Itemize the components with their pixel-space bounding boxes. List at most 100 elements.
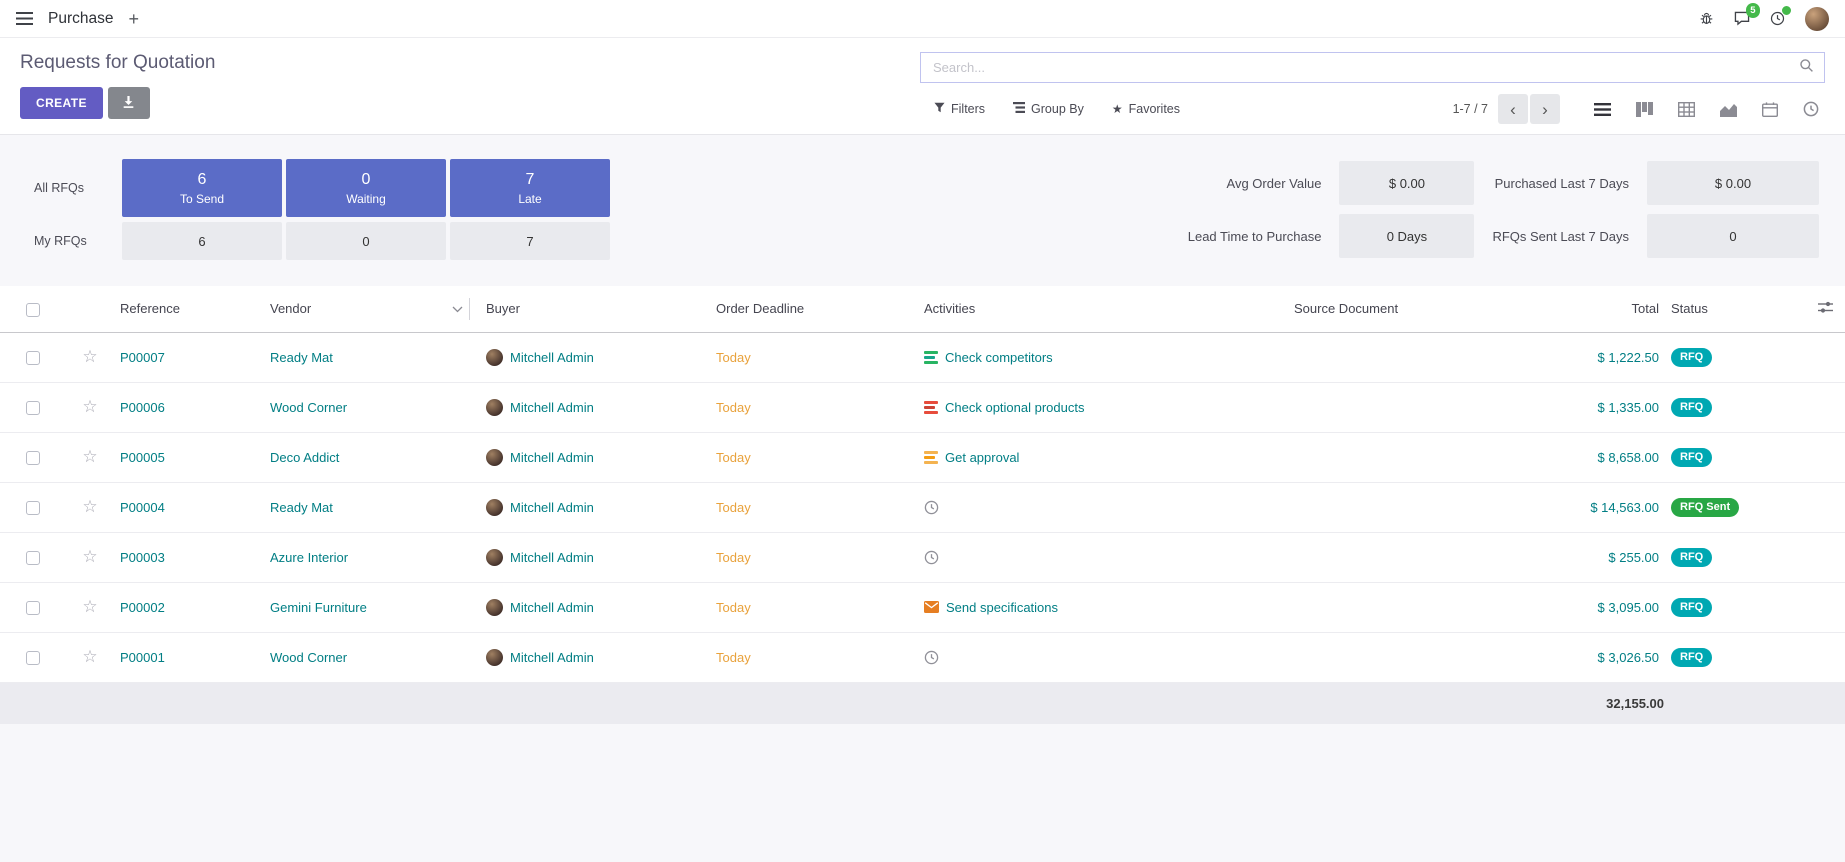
hamburger-menu-icon[interactable] [16,12,33,25]
vendor-link[interactable]: Wood Corner [270,400,347,415]
export-button[interactable] [108,87,150,119]
calendar-view-icon[interactable] [1762,102,1778,117]
column-settings-icon[interactable] [1805,286,1845,332]
activity-link[interactable]: Check competitors [945,350,1053,365]
reference-link[interactable]: P00004 [120,500,165,515]
row-checkbox[interactable] [26,451,40,465]
column-header-vendor[interactable]: Vendor [264,286,480,332]
graph-view-icon[interactable] [1720,102,1737,117]
clock-icon[interactable] [924,550,939,565]
vendor-link[interactable]: Deco Addict [270,450,339,465]
filters-button[interactable]: Filters [934,102,985,116]
buyer-link[interactable]: Mitchell Admin [510,450,594,465]
favorite-star-icon[interactable]: ☆ [82,497,97,516]
tile-late[interactable]: 7 Late [450,159,610,217]
search-box [920,52,1825,83]
reference-link[interactable]: P00005 [120,450,165,465]
row-checkbox[interactable] [26,601,40,615]
buyer-link[interactable]: Mitchell Admin [510,600,594,615]
tile-col-to-send: 6 To Send 6 [122,159,282,260]
create-button[interactable]: CREATE [20,87,103,119]
favorite-star-icon[interactable]: ☆ [82,547,97,566]
tile-my-late[interactable]: 7 [450,222,610,260]
row-checkbox[interactable] [26,501,40,515]
activity-link[interactable]: Get approval [945,450,1019,465]
pager: 1-7 / 7 ‹ › [1453,94,1560,124]
order-deadline-value: Today [716,350,751,365]
column-header-order-deadline[interactable]: Order Deadline [710,286,918,332]
table-row[interactable]: ☆ P00005 Deco Addict Mitchell Admin Toda… [0,432,1845,482]
table-row[interactable]: ☆ P00001 Wood Corner Mitchell Admin Toda… [0,632,1845,682]
activities-clock-icon[interactable] [1770,11,1785,26]
column-header-source-document[interactable]: Source Document [1288,286,1550,332]
favorite-star-icon[interactable]: ☆ [82,347,97,366]
pivot-view-icon[interactable] [1678,102,1695,117]
reference-link[interactable]: P00001 [120,650,165,665]
column-resize-handle[interactable] [469,298,470,320]
buyer-avatar [486,449,503,466]
reference-link[interactable]: P00006 [120,400,165,415]
favorite-star-icon[interactable]: ☆ [82,397,97,416]
search-icon[interactable] [1799,58,1814,78]
tile-my-waiting[interactable]: 0 [286,222,446,260]
clock-icon[interactable] [924,500,939,515]
status-badge: RFQ [1671,348,1712,367]
tile-my-to-send[interactable]: 6 [122,222,282,260]
favorite-star-icon[interactable]: ☆ [82,447,97,466]
pager-prev-button[interactable]: ‹ [1498,94,1528,124]
row-checkbox[interactable] [26,551,40,565]
table-row[interactable]: ☆ P00004 Ready Mat Mitchell Admin Today … [0,482,1845,532]
search-input[interactable] [931,59,1799,76]
table-row[interactable]: ☆ P00006 Wood Corner Mitchell Admin Toda… [0,382,1845,432]
select-all-checkbox[interactable] [26,303,40,317]
group-by-button[interactable]: Group By [1013,102,1084,116]
order-deadline-value: Today [716,400,751,415]
row-checkbox[interactable] [26,651,40,665]
plus-icon[interactable]: + [128,10,139,28]
row-checkbox[interactable] [26,401,40,415]
tile-to-send[interactable]: 6 To Send [122,159,282,217]
activity-view-icon[interactable] [1803,101,1819,117]
funnel-icon [934,102,945,116]
column-header-status[interactable]: Status [1665,286,1805,332]
kanban-view-icon[interactable] [1636,102,1653,117]
debug-bug-icon[interactable] [1699,11,1714,26]
kpi-value-rfqs-sent-last7: 0 [1647,214,1819,258]
row-checkbox[interactable] [26,351,40,365]
reference-link[interactable]: P00007 [120,350,165,365]
sort-chevron-down-icon[interactable] [452,301,463,316]
buyer-link[interactable]: Mitchell Admin [510,650,594,665]
table-row[interactable]: ☆ P00003 Azure Interior Mitchell Admin T… [0,532,1845,582]
column-header-total[interactable]: Total [1550,286,1665,332]
vendor-link[interactable]: Ready Mat [270,350,333,365]
table-row[interactable]: ☆ P00007 Ready Mat Mitchell Admin Today … [0,332,1845,382]
user-avatar[interactable] [1805,7,1829,31]
vendor-link[interactable]: Gemini Furniture [270,600,367,615]
vendor-link[interactable]: Ready Mat [270,500,333,515]
buyer-link[interactable]: Mitchell Admin [510,500,594,515]
list-view-icon[interactable] [1594,102,1611,117]
buyer-link[interactable]: Mitchell Admin [510,400,594,415]
pager-next-button[interactable]: › [1530,94,1560,124]
vendor-link[interactable]: Azure Interior [270,550,348,565]
column-header-reference[interactable]: Reference [114,286,264,332]
table-row[interactable]: ☆ P00002 Gemini Furniture Mitchell Admin… [0,582,1845,632]
vendor-link[interactable]: Wood Corner [270,650,347,665]
activity-link[interactable]: Send specifications [946,600,1058,615]
reference-link[interactable]: P00002 [120,600,165,615]
buyer-link[interactable]: Mitchell Admin [510,550,594,565]
clock-icon[interactable] [924,650,939,665]
favorites-button[interactable]: ★ Favorites [1112,102,1180,116]
app-menu-purchase[interactable]: Purchase [48,10,113,28]
checklist-red-icon [924,401,938,414]
activity-link[interactable]: Check optional products [945,400,1084,415]
favorite-star-icon[interactable]: ☆ [82,647,97,666]
messages-icon[interactable]: 5 [1734,11,1750,26]
reference-link[interactable]: P00003 [120,550,165,565]
column-header-buyer[interactable]: Buyer [480,286,710,332]
column-header-activities[interactable]: Activities [918,286,1288,332]
favorite-star-icon[interactable]: ☆ [82,597,97,616]
buyer-link[interactable]: Mitchell Admin [510,350,594,365]
tile-col-late: 7 Late 7 [450,159,610,260]
tile-waiting[interactable]: 0 Waiting [286,159,446,217]
